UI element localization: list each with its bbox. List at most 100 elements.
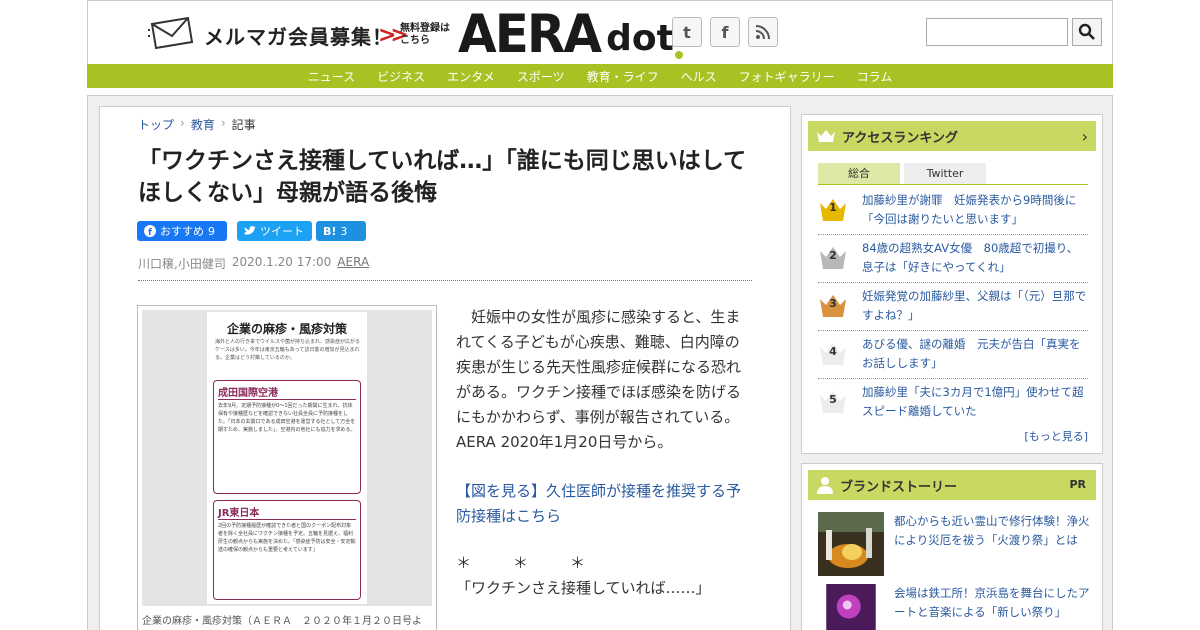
twitter-label: t <box>683 22 691 42</box>
nav-item-education-life[interactable]: 教育・ライフ <box>587 68 659 85</box>
figure-link[interactable]: 【図を見る】久住医師が接種を推奨する予防接種はこちら <box>456 479 752 529</box>
chevron-right-icon: › <box>220 116 226 130</box>
nav-item-health[interactable]: ヘルス <box>681 68 717 85</box>
figure-heading: 企業の麻疹・風疹対策 <box>226 322 347 336</box>
logo-dot-mark <box>674 51 683 59</box>
rank-number: 5 <box>829 393 837 406</box>
figure-box-text: 2回の予防接種履歴が確認できた者と国のクーポン配布対象者を除く全社員にワクチン接… <box>218 523 356 553</box>
logo-sub: dot <box>606 18 674 59</box>
nav-item-sports[interactable]: スポーツ <box>517 68 565 85</box>
mailmag-link[interactable]: メルマガ会員募集！ <box>204 21 393 50</box>
figure-box-title: JR東日本 <box>218 504 356 520</box>
ranking-item[interactable]: 1 加藤紗里が謝罪 妊娠発表から9時間後に「今回は謝りたいと思います」 <box>818 187 1088 235</box>
divider <box>138 280 752 281</box>
nav-item-column[interactable]: コラム <box>857 68 893 85</box>
nav-item-news[interactable]: ニュース <box>308 68 355 85</box>
article-container: トップ › 教育 › 記事 「ワクチンさえ接種していれば…」「誰にも同じ思いはし… <box>99 106 791 630</box>
rank-number: 3 <box>829 297 837 310</box>
ranking-item[interactable]: 5 加藤紗里「夫に3カ月で1億円」使わせて超スピード離婚していた <box>818 379 1088 427</box>
main-nav: ニュース ビジネス エンタメ スポーツ 教育・ライフ ヘルス フォトギャラリー … <box>87 64 1113 88</box>
fb-count: 9 <box>208 224 215 238</box>
tweet-label: ツイート <box>260 225 304 238</box>
tab-overall[interactable]: 総合 <box>818 163 900 184</box>
brand-story-header: ブランドストーリー PR <box>808 470 1096 500</box>
body-separator: ＊ ＊ ＊ <box>456 554 590 572</box>
logo-main: AERA <box>458 3 602 65</box>
rank-number: 2 <box>829 249 837 262</box>
fb-label: おすすめ <box>160 225 204 238</box>
byline: 川口穣,小田健司 2020.1.20 17:00 AERA <box>138 255 369 272</box>
pr-badge: PR <box>1069 478 1086 491</box>
facebook-icon: f <box>144 225 156 237</box>
figure-intro: 海外と人の行き来でウイルスや菌が持ち込まれ、感染症が広がるケースは多い。今年は東… <box>215 339 361 361</box>
rss-icon[interactable] <box>748 17 778 47</box>
byline-authors: 川口穣,小田健司 <box>138 257 226 271</box>
ranking-item[interactable]: 4 あびる優、謎の離婚 元夫が告白「真実をお話しします」 <box>818 331 1088 379</box>
hatena-label: B! <box>323 224 337 238</box>
nav-item-entertainment[interactable]: エンタメ <box>447 68 495 85</box>
facebook-label: f <box>721 22 729 42</box>
chevron-right-icon: › <box>1081 127 1088 146</box>
crown-icon <box>817 130 835 142</box>
body-quote: 「ワクチンさえ接種していれば……」 <box>456 579 711 597</box>
mail-icon <box>148 16 194 50</box>
brand-story-item[interactable]: 都心からも近い霊山で修行体験！浄火により災厄を祓う「火渡り祭」とは <box>818 512 1090 578</box>
ranking-item-text: あびる優、謎の離婚 元夫が告白「真実をお話しします」 <box>862 337 1081 370</box>
figure-caption: 企業の麻疹・風疹対策（ＡＥＲＡ ２０２０年１月２０日号よ <box>142 616 422 627</box>
hatena-bookmark-button[interactable]: B! 3 <box>316 221 366 241</box>
ranking-item[interactable]: 3 妊娠発覚の加藤紗里、父親は「（元）旦那ですよね？」 <box>818 283 1088 331</box>
access-ranking-panel: アクセスランキング › 総合 Twitter 1 加藤紗里が謝罪 妊娠発表から9… <box>801 114 1103 454</box>
free-reg-line2: こちら <box>400 35 430 46</box>
nav-item-photo-gallery[interactable]: フォトギャラリー <box>739 68 835 85</box>
free-reg-line1: 無料登録は <box>400 23 450 34</box>
free-registration-link[interactable]: 無料登録は こちら <box>400 23 450 47</box>
breadcrumb-education[interactable]: 教育 <box>191 116 215 133</box>
chevron-right-icon: › <box>180 116 185 130</box>
figure-box-title: 成田国際空港 <box>218 384 356 400</box>
rss-glyph <box>755 25 770 40</box>
ranking-item-text: 加藤紗里「夫に3カ月で1億円」使わせて超スピード離婚していた <box>862 385 1084 418</box>
ranking-item-text: 妊娠発覚の加藤紗里、父親は「（元）旦那ですよね？」 <box>862 289 1087 322</box>
facebook-recommend-button[interactable]: f おすすめ 9 <box>137 221 227 241</box>
byline-datetime: 2020.1.20 17:00 <box>231 255 332 269</box>
breadcrumb-top[interactable]: トップ <box>138 116 174 133</box>
search-icon <box>1078 23 1095 40</box>
ranking-header[interactable]: アクセスランキング › <box>808 121 1096 151</box>
article-title: 「ワクチンさえ接種していれば…」「誰にも同じ思いはしてほしくない」母親が語る後悔 <box>138 148 747 206</box>
site-header: メルマガ会員募集！ >> 無料登録は こちら AERA dot t f <box>87 0 1113 64</box>
byline-source-link[interactable]: AERA <box>337 255 369 272</box>
figure-box-text: 去年9月、定期予防接種が0～1回だった期間に生まれ、抗体保有や接種歴などを確認で… <box>218 403 356 433</box>
figure-card: 企業の麻疹・風疹対策 海外と人の行き来でウイルスや菌が持ち込まれ、感染症が広がる… <box>207 312 367 604</box>
ranking-more-link[interactable]: [もっと見る] <box>1024 428 1088 444</box>
figure-image: 企業の麻疹・風疹対策 海外と人の行き来でウイルスや菌が持ち込まれ、感染症が広がる… <box>142 310 432 606</box>
twitter-icon[interactable]: t <box>672 17 702 47</box>
body-paragraph: 妊娠中の女性が風疹に感染すると、生まれてくる子どもが心疾患、難聴、白内障の疾患が… <box>456 308 742 451</box>
facebook-icon[interactable]: f <box>710 17 740 47</box>
tab-twitter[interactable]: Twitter <box>904 163 986 184</box>
ranking-item[interactable]: 2 84歳の超熟女AV女優 80歳超で初撮り、息子は「好きにやってくれ」 <box>818 235 1088 283</box>
ranking-tabs: 総合 Twitter <box>818 163 1088 185</box>
site-logo[interactable]: AERA dot <box>458 3 683 65</box>
breadcrumb-current: 記事 <box>231 118 256 132</box>
brand-story-panel: ブランドストーリー PR 都心からも近い霊山で修行体験！浄火により災厄を祓う「火… <box>801 463 1103 630</box>
person-icon <box>817 477 833 494</box>
art-festival-thumbnail <box>826 584 876 630</box>
search-button[interactable] <box>1072 18 1102 46</box>
twitter-icon <box>244 226 256 235</box>
figure-box-jr: JR東日本 2回の予防接種履歴が確認できた者と国のクーポン配布対象者を除く全社員… <box>213 500 361 600</box>
rank-number: 1 <box>829 201 837 214</box>
brand-story-item[interactable]: 会場は鉄工所！京浜島を舞台にしたアートと音楽による「新しい祭り」 <box>818 584 1090 630</box>
figure-box-narita: 成田国際空港 去年9月、定期予防接種が0～1回だった期間に生まれ、抗体保有や接種… <box>213 380 361 494</box>
ranking-item-text: 84歳の超熟女AV女優 80歳超で初撮り、息子は「好きにやってくれ」 <box>862 241 1079 274</box>
ranking-item-text: 加藤紗里が謝罪 妊娠発表から9時間後に「今回は謝りたいと思います」 <box>862 193 1077 226</box>
article-body: 妊娠中の女性が風疹に感染すると、生まれてくる子どもが心疾患、難聴、白内障の疾患が… <box>456 305 752 601</box>
nav-item-business[interactable]: ビジネス <box>377 68 425 85</box>
breadcrumb: トップ › 教育 › 記事 <box>138 116 256 133</box>
article-figure[interactable]: 企業の麻疹・風疹対策 海外と人の行き来でウイルスや菌が持ち込まれ、感染症が広がる… <box>137 305 437 630</box>
rank-number: 4 <box>829 345 837 358</box>
tweet-button[interactable]: ツイート <box>237 221 312 241</box>
brand-story-title: ブランドストーリー <box>840 479 958 495</box>
search-input[interactable] <box>926 18 1068 46</box>
brand-story-text: 会場は鉄工所！京浜島を舞台にしたアートと音楽による「新しい祭り」 <box>894 586 1090 619</box>
fire-walking-thumbnail <box>818 512 884 576</box>
